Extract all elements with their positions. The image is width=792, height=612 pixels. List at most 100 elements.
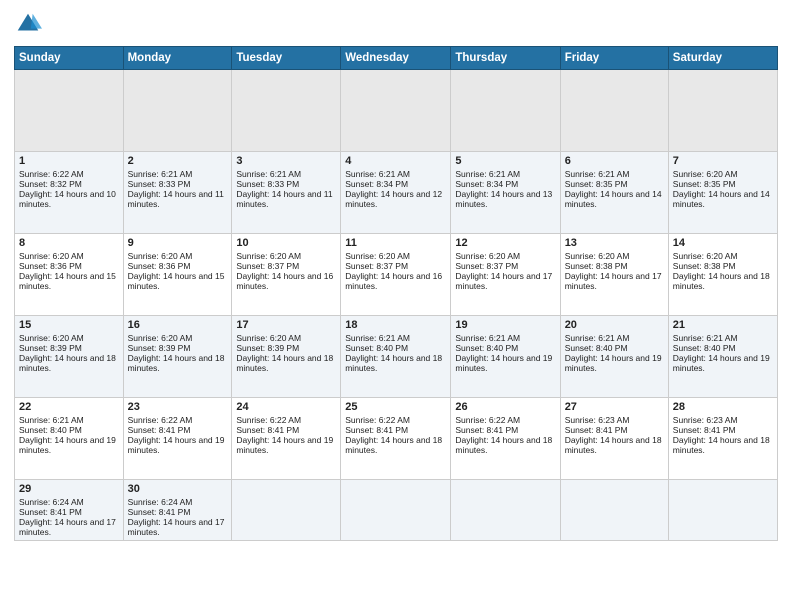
sunrise-label: Sunrise: 6:23 AM (565, 415, 630, 425)
sunrise-label: Sunrise: 6:20 AM (19, 251, 84, 261)
sunrise-label: Sunrise: 6:20 AM (236, 333, 301, 343)
daylight-label: Daylight: 14 hours and 18 minutes. (565, 435, 662, 455)
day-number: 13 (565, 237, 664, 249)
cal-cell (668, 480, 777, 541)
col-header-saturday: Saturday (668, 47, 777, 70)
cal-cell (341, 480, 451, 541)
sunrise-label: Sunrise: 6:21 AM (565, 333, 630, 343)
daylight-label: Daylight: 14 hours and 18 minutes. (128, 353, 225, 373)
cal-cell: 25 Sunrise: 6:22 AM Sunset: 8:41 PM Dayl… (341, 398, 451, 480)
day-number: 9 (128, 237, 228, 249)
cal-cell: 24 Sunrise: 6:22 AM Sunset: 8:41 PM Dayl… (232, 398, 341, 480)
sunrise-label: Sunrise: 6:21 AM (345, 169, 410, 179)
day-number: 20 (565, 319, 664, 331)
cal-cell: 23 Sunrise: 6:22 AM Sunset: 8:41 PM Dayl… (123, 398, 232, 480)
cal-cell (15, 70, 124, 152)
page: SundayMondayTuesdayWednesdayThursdayFrid… (0, 0, 792, 612)
day-number: 22 (19, 401, 119, 413)
cal-cell (560, 480, 668, 541)
cal-cell: 12 Sunrise: 6:20 AM Sunset: 8:37 PM Dayl… (451, 234, 560, 316)
sunrise-label: Sunrise: 6:21 AM (128, 169, 193, 179)
logo-icon (14, 10, 42, 38)
day-number: 1 (19, 155, 119, 167)
sunset-label: Sunset: 8:40 PM (455, 343, 518, 353)
col-header-thursday: Thursday (451, 47, 560, 70)
day-number: 10 (236, 237, 336, 249)
cal-cell (232, 70, 341, 152)
sunset-label: Sunset: 8:40 PM (19, 425, 82, 435)
sunset-label: Sunset: 8:39 PM (19, 343, 82, 353)
daylight-label: Daylight: 14 hours and 12 minutes. (345, 189, 442, 209)
daylight-label: Daylight: 14 hours and 13 minutes. (455, 189, 552, 209)
cal-cell: 6 Sunrise: 6:21 AM Sunset: 8:35 PM Dayli… (560, 152, 668, 234)
sunset-label: Sunset: 8:40 PM (565, 343, 628, 353)
cal-cell (668, 70, 777, 152)
daylight-label: Daylight: 14 hours and 15 minutes. (19, 271, 116, 291)
sunrise-label: Sunrise: 6:22 AM (455, 415, 520, 425)
sunset-label: Sunset: 8:38 PM (673, 261, 736, 271)
cal-cell: 8 Sunrise: 6:20 AM Sunset: 8:36 PM Dayli… (15, 234, 124, 316)
sunset-label: Sunset: 8:35 PM (673, 179, 736, 189)
daylight-label: Daylight: 14 hours and 17 minutes. (565, 271, 662, 291)
cal-cell: 21 Sunrise: 6:21 AM Sunset: 8:40 PM Dayl… (668, 316, 777, 398)
day-number: 7 (673, 155, 773, 167)
daylight-label: Daylight: 14 hours and 18 minutes. (236, 353, 333, 373)
sunset-label: Sunset: 8:41 PM (673, 425, 736, 435)
daylight-label: Daylight: 14 hours and 19 minutes. (236, 435, 333, 455)
daylight-label: Daylight: 14 hours and 18 minutes. (19, 353, 116, 373)
day-number: 19 (455, 319, 555, 331)
sunrise-label: Sunrise: 6:21 AM (455, 333, 520, 343)
cal-cell: 26 Sunrise: 6:22 AM Sunset: 8:41 PM Dayl… (451, 398, 560, 480)
sunset-label: Sunset: 8:37 PM (455, 261, 518, 271)
sunset-label: Sunset: 8:40 PM (673, 343, 736, 353)
daylight-label: Daylight: 14 hours and 16 minutes. (236, 271, 333, 291)
daylight-label: Daylight: 14 hours and 19 minutes. (565, 353, 662, 373)
sunrise-label: Sunrise: 6:20 AM (128, 333, 193, 343)
cal-cell: 29 Sunrise: 6:24 AM Sunset: 8:41 PM Dayl… (15, 480, 124, 541)
daylight-label: Daylight: 14 hours and 19 minutes. (673, 353, 770, 373)
col-header-wednesday: Wednesday (341, 47, 451, 70)
cal-cell: 2 Sunrise: 6:21 AM Sunset: 8:33 PM Dayli… (123, 152, 232, 234)
col-header-tuesday: Tuesday (232, 47, 341, 70)
sunset-label: Sunset: 8:37 PM (345, 261, 408, 271)
sunrise-label: Sunrise: 6:21 AM (19, 415, 84, 425)
sunset-label: Sunset: 8:33 PM (236, 179, 299, 189)
day-number: 23 (128, 401, 228, 413)
cal-cell: 14 Sunrise: 6:20 AM Sunset: 8:38 PM Dayl… (668, 234, 777, 316)
day-number: 17 (236, 319, 336, 331)
sunrise-label: Sunrise: 6:20 AM (19, 333, 84, 343)
day-number: 14 (673, 237, 773, 249)
daylight-label: Daylight: 14 hours and 14 minutes. (673, 189, 770, 209)
cal-cell: 22 Sunrise: 6:21 AM Sunset: 8:40 PM Dayl… (15, 398, 124, 480)
sunset-label: Sunset: 8:41 PM (345, 425, 408, 435)
sunrise-label: Sunrise: 6:21 AM (673, 333, 738, 343)
cal-cell: 20 Sunrise: 6:21 AM Sunset: 8:40 PM Dayl… (560, 316, 668, 398)
cal-cell: 16 Sunrise: 6:20 AM Sunset: 8:39 PM Dayl… (123, 316, 232, 398)
cal-cell: 28 Sunrise: 6:23 AM Sunset: 8:41 PM Dayl… (668, 398, 777, 480)
day-number: 16 (128, 319, 228, 331)
day-number: 27 (565, 401, 664, 413)
day-number: 4 (345, 155, 446, 167)
sunrise-label: Sunrise: 6:23 AM (673, 415, 738, 425)
day-number: 15 (19, 319, 119, 331)
sunrise-label: Sunrise: 6:24 AM (128, 497, 193, 507)
sunset-label: Sunset: 8:41 PM (236, 425, 299, 435)
sunset-label: Sunset: 8:41 PM (565, 425, 628, 435)
sunrise-label: Sunrise: 6:20 AM (236, 251, 301, 261)
sunset-label: Sunset: 8:41 PM (455, 425, 518, 435)
cal-cell (341, 70, 451, 152)
day-number: 21 (673, 319, 773, 331)
sunrise-label: Sunrise: 6:20 AM (345, 251, 410, 261)
col-header-friday: Friday (560, 47, 668, 70)
sunset-label: Sunset: 8:41 PM (19, 507, 82, 517)
day-number: 12 (455, 237, 555, 249)
sunrise-label: Sunrise: 6:21 AM (455, 169, 520, 179)
day-number: 3 (236, 155, 336, 167)
cal-cell: 9 Sunrise: 6:20 AM Sunset: 8:36 PM Dayli… (123, 234, 232, 316)
daylight-label: Daylight: 14 hours and 18 minutes. (345, 435, 442, 455)
cal-cell: 17 Sunrise: 6:20 AM Sunset: 8:39 PM Dayl… (232, 316, 341, 398)
cal-cell (232, 480, 341, 541)
sunrise-label: Sunrise: 6:22 AM (345, 415, 410, 425)
sunset-label: Sunset: 8:41 PM (128, 425, 191, 435)
daylight-label: Daylight: 14 hours and 11 minutes. (128, 189, 224, 209)
